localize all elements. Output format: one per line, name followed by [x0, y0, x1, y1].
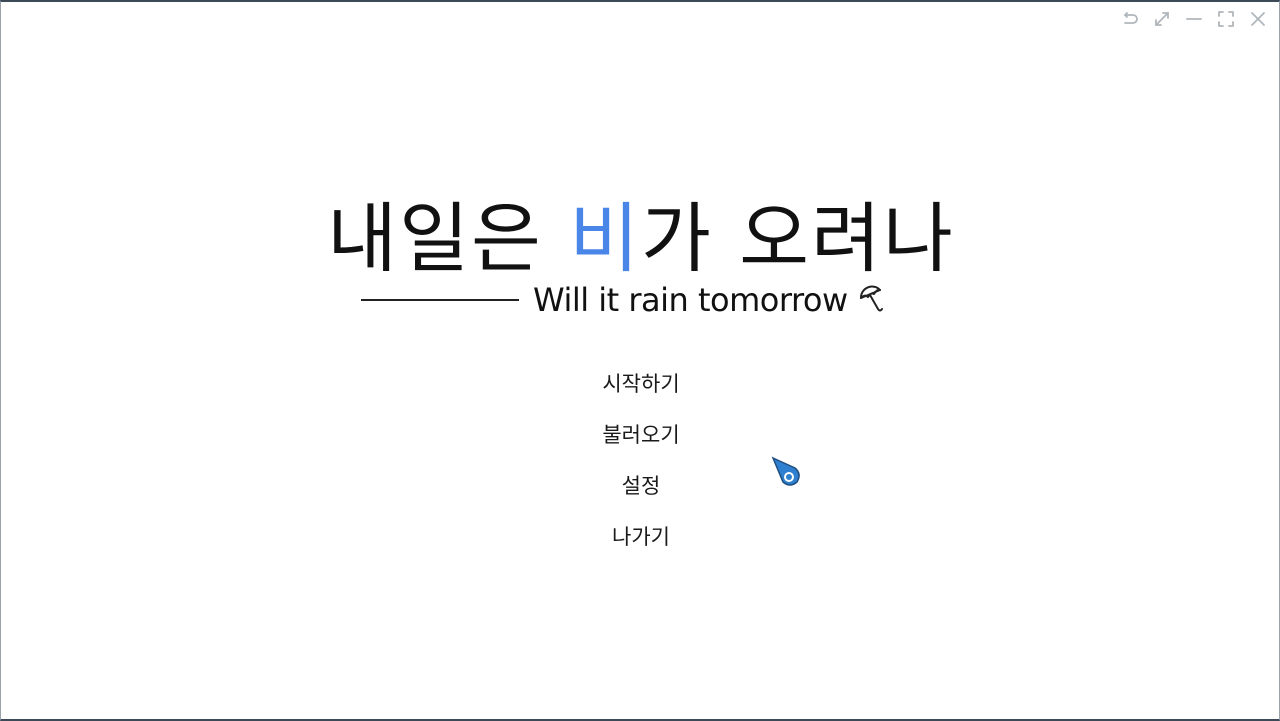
window-controls	[1119, 8, 1269, 30]
expand-icon[interactable]	[1151, 8, 1173, 30]
menu-exit-button[interactable]: 나가기	[602, 517, 680, 568]
title-part-1: 내일은	[327, 194, 570, 283]
minimize-icon[interactable]	[1183, 8, 1205, 30]
title-text: 내일은 비가 오려나	[1, 194, 1280, 284]
umbrella-icon	[859, 285, 883, 312]
menu-start-button[interactable]: 시작하기	[592, 364, 689, 415]
subtitle-text: Will it rain tomorrow	[533, 281, 848, 319]
game-title: 내일은 비가 오려나	[1, 194, 1280, 284]
menu-settings-button[interactable]: 설정	[612, 466, 671, 517]
menu-load-button[interactable]: 불러오기	[592, 415, 689, 466]
fullscreen-icon[interactable]	[1215, 8, 1237, 30]
subtitle: Will it rain tomorrow	[361, 280, 921, 320]
title-accent-word: 비	[569, 194, 641, 283]
title-part-2: 가 오려나	[641, 194, 955, 283]
restore-icon[interactable]	[1119, 8, 1141, 30]
pointer-cursor-icon	[771, 456, 800, 486]
main-menu: 시작하기 불러오기 설정 나가기	[1, 364, 1280, 568]
subtitle-divider	[361, 299, 519, 301]
game-window: 내일은 비가 오려나 Will it rain tomorrow 시작하기 불러…	[0, 0, 1280, 721]
close-icon[interactable]	[1247, 8, 1269, 30]
